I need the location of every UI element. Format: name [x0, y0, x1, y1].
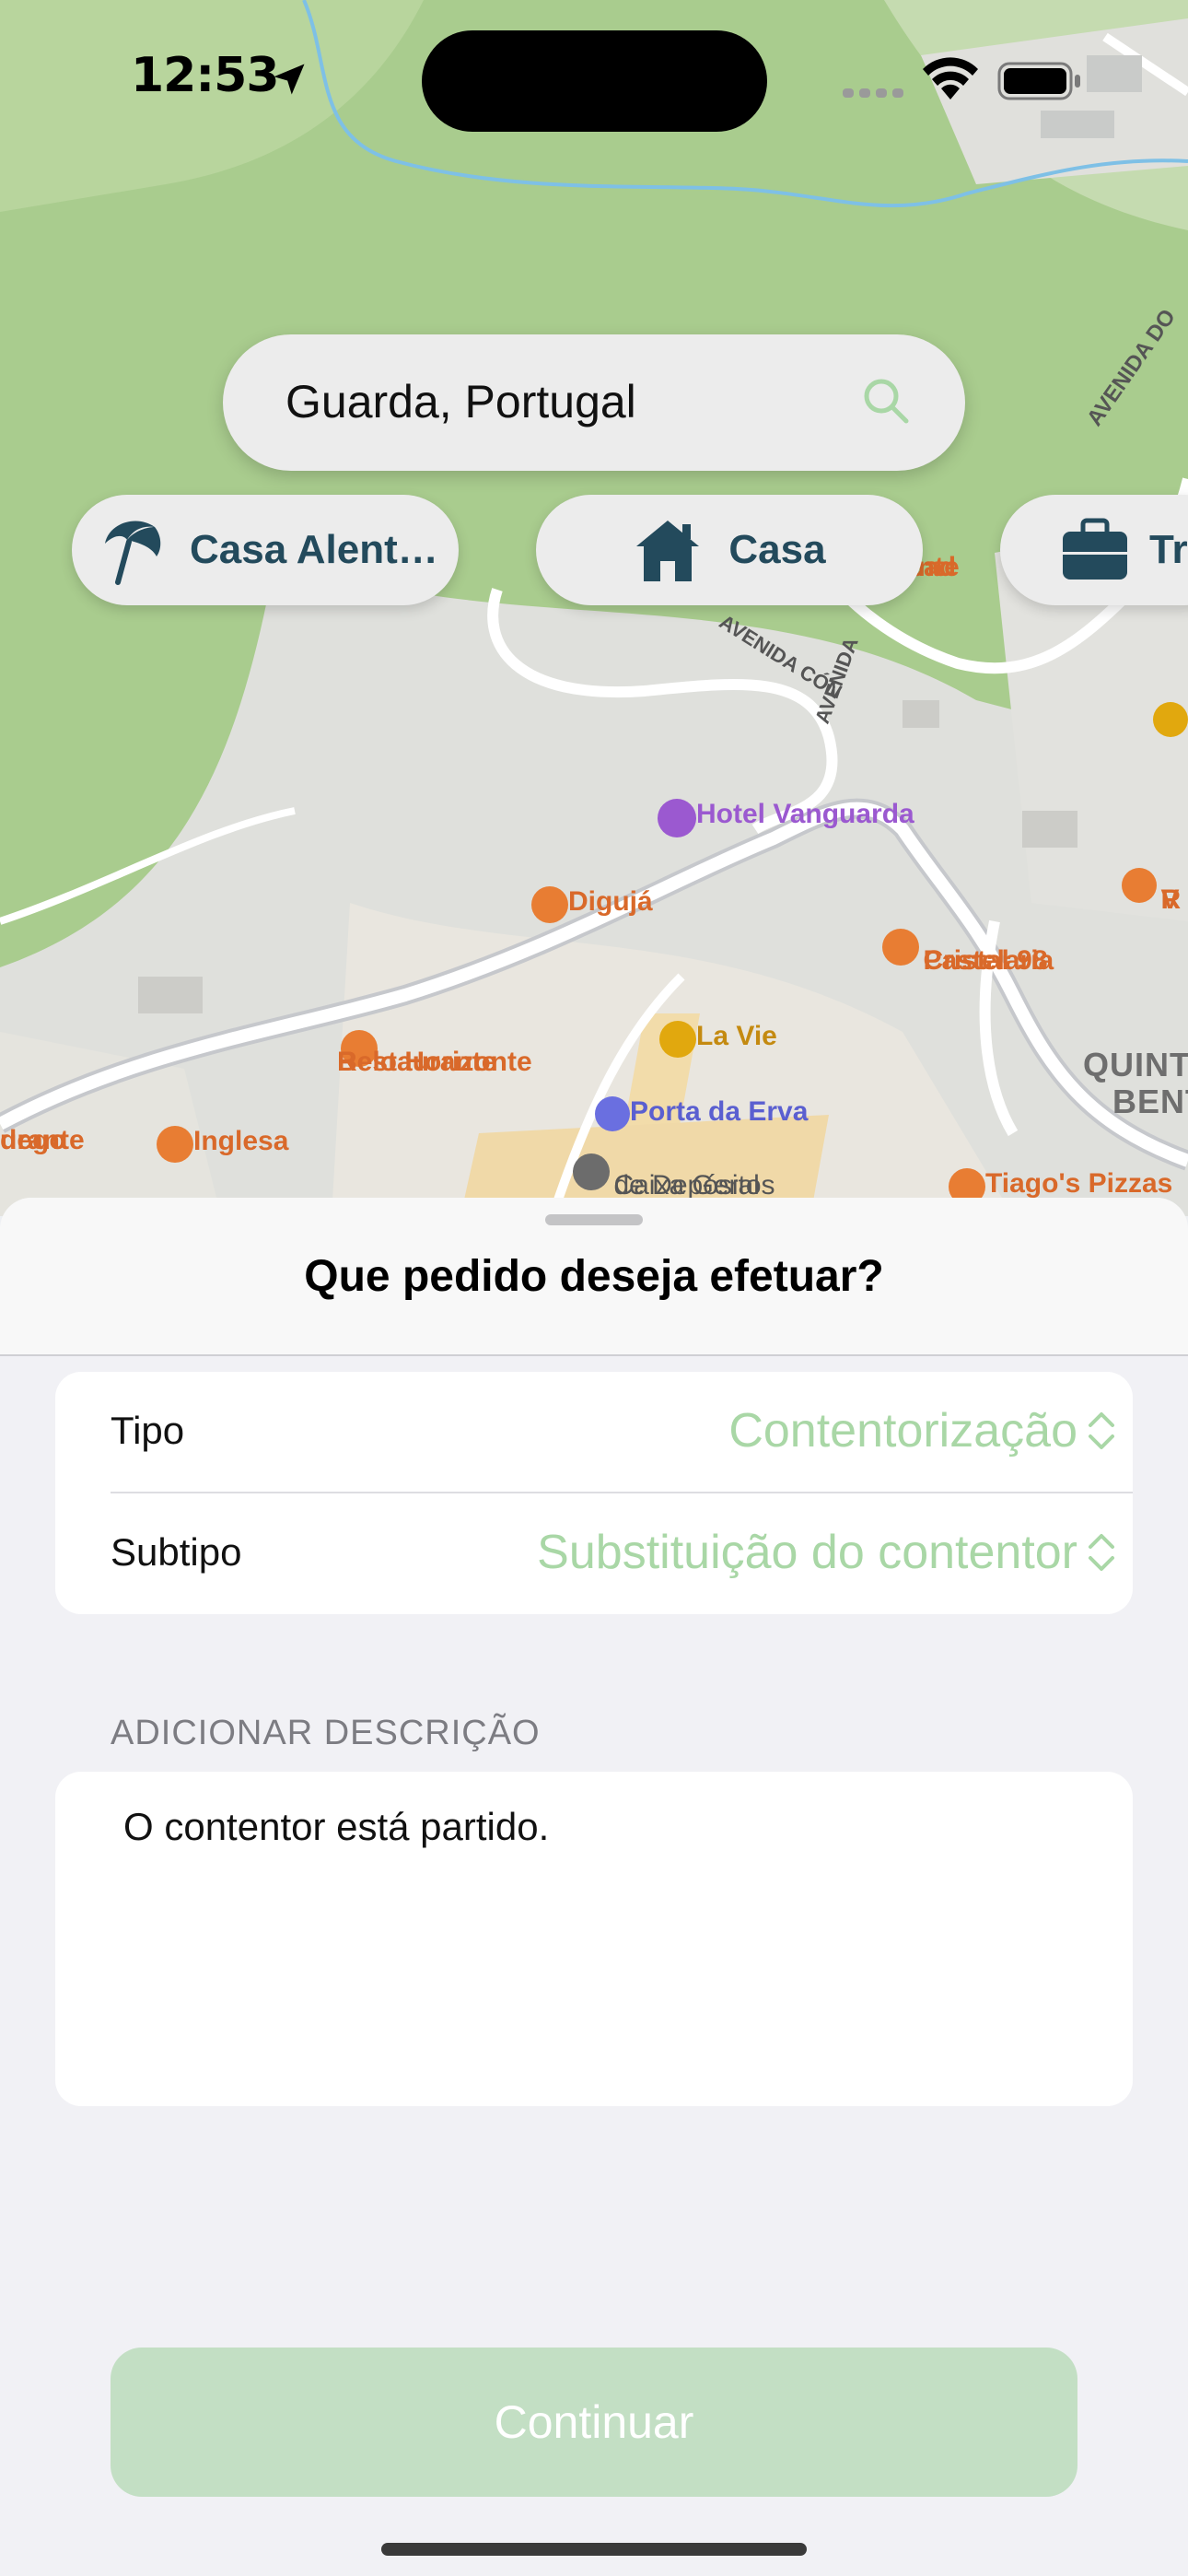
chevron-up-down-icon — [1089, 1412, 1114, 1449]
search-bar[interactable]: Guarda, Portugal — [223, 334, 965, 471]
favorite-chip-casa-alentejo[interactable]: Casa Alent… — [72, 495, 459, 605]
description-text[interactable]: O contentor está partido. — [123, 1805, 549, 1849]
briefcase-icon — [1063, 518, 1127, 580]
search-input[interactable]: Guarda, Portugal — [285, 375, 636, 428]
poi-la-vie[interactable]: La Vie — [659, 1021, 777, 1058]
battery-icon — [997, 62, 1080, 100]
hotel-icon — [658, 799, 696, 837]
status-bar: 12:53 — [0, 0, 1188, 157]
continue-button-label: Continuar — [494, 2396, 694, 2448]
beach-umbrella-icon — [105, 521, 161, 585]
tipo-picker-value[interactable]: Contentorização — [728, 1403, 1077, 1458]
poi-pastelaria-cristal[interactable]: Pastelaria Cristal 98 — [882, 929, 1054, 975]
poi-label: Belo Horizonte — [337, 1047, 532, 1077]
poi-label: Digujá — [568, 886, 653, 917]
bank-icon — [573, 1153, 610, 1190]
request-fields-card: Tipo Contentorização Subtipo Substituiçã… — [55, 1372, 1133, 1614]
bakery-icon — [882, 929, 919, 966]
poi-label: La Vie — [696, 1021, 777, 1051]
restaurant-icon — [531, 886, 568, 923]
cellular-signal-icon — [843, 88, 903, 98]
poi-diguja[interactable]: Digujá — [531, 886, 653, 923]
poi-hotel-vanguarda[interactable]: Hotel Vanguarda — [658, 799, 914, 837]
area-label: QUINTA BENT — [1083, 1047, 1188, 1120]
poi-label: de Depósitos — [613, 1170, 775, 1200]
poi-label: Tiago's Pizzas — [985, 1168, 1173, 1199]
map-view[interactable]: Hotel Vanguarda Digujá Pastelaria Crista… — [0, 0, 1188, 1216]
favorite-chip-trabalho[interactable]: Tr — [1000, 495, 1188, 605]
continue-button[interactable]: Continuar — [111, 2348, 1077, 2497]
sheet-title: Que pedido deseja efetuar? — [304, 1252, 884, 1301]
poi-label: Hotel Vanguarda — [696, 799, 914, 829]
sheet-header: Que pedido deseja efetuar? — [0, 1198, 1188, 1356]
poi-caixa-geral[interactable]: Caixa Geral de Depósitos — [573, 1153, 775, 1200]
house-icon — [636, 521, 700, 581]
description-textarea[interactable]: O contentor está partido. — [55, 1772, 1133, 2106]
shopping-icon — [659, 1021, 696, 1058]
poi-label: V — [1160, 884, 1180, 915]
favorite-chip-casa[interactable]: Casa — [536, 495, 923, 605]
poi-inglesa[interactable]: Inglesa — [157, 1126, 288, 1163]
cart-icon — [1153, 702, 1188, 737]
status-time: 12:53 — [131, 48, 280, 103]
wifi-icon — [923, 57, 978, 100]
favorite-chip-label: Casa — [728, 527, 826, 572]
poi-label: dego — [0, 1125, 66, 1155]
search-icon[interactable] — [860, 375, 912, 427]
area-label-line: QUINTA — [1083, 1046, 1188, 1083]
poi-porta-da-erva[interactable]: Porta da Erva — [595, 1096, 808, 1131]
poi-label: Porta da Erva — [630, 1096, 809, 1127]
poi-right-edge[interactable]: R V — [1122, 868, 1181, 915]
subtipo-picker-value[interactable]: Substituição do contentor — [537, 1525, 1077, 1580]
poi-restaurante-belo-horizonte[interactable]: Restaurante Belo Horizonte — [337, 1030, 532, 1076]
cafe-icon — [157, 1126, 193, 1163]
favorite-chip-label: Casa Alent… — [190, 527, 438, 572]
tipo-row[interactable]: Tipo Contentorização — [111, 1372, 1133, 1492]
location-arrow-icon — [274, 64, 305, 95]
poi-label: Cristal 98 — [923, 945, 1048, 976]
favorite-chip-label: Tr — [1149, 527, 1188, 572]
sheet-grabber[interactable] — [545, 1214, 643, 1225]
subtipo-row[interactable]: Subtipo Substituição do contentor — [111, 1493, 1133, 1613]
area-label-line: BENT — [1112, 1083, 1188, 1120]
landmark-icon — [595, 1096, 630, 1131]
chevron-up-down-icon — [1089, 1534, 1114, 1571]
map-canvas — [0, 0, 1188, 1216]
restaurant-icon — [1122, 868, 1157, 903]
dynamic-island — [422, 30, 767, 132]
tipo-label: Tipo — [111, 1409, 185, 1452]
poi-label: Inglesa — [193, 1126, 289, 1156]
subtipo-label: Subtipo — [111, 1530, 242, 1574]
home-indicator[interactable] — [381, 2543, 807, 2556]
description-section-label: ADICIONAR DESCRIÇÃO — [111, 1714, 541, 1752]
